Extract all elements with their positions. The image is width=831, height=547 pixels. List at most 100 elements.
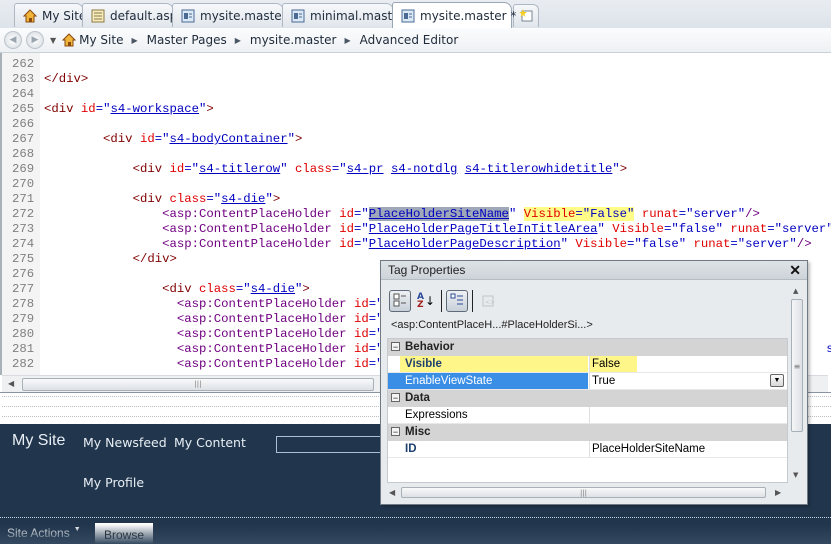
tab-mysite-master[interactable]: mysite.master bbox=[172, 3, 287, 27]
tab-default-aspx[interactable]: default.aspx bbox=[82, 3, 184, 27]
panel-title: Tag Properties bbox=[388, 263, 466, 277]
history-dropdown-icon[interactable]: ▼ bbox=[50, 36, 56, 45]
code-text[interactable]: <asp:ContentPlaceHolder id="PlaceHolderP… bbox=[44, 222, 831, 237]
code-text[interactable]: <asp:ContentPlaceHolder id="PlaceHolderS… bbox=[44, 207, 760, 222]
tag-properties-button[interactable]: <> bbox=[477, 290, 499, 312]
line-number: 278 bbox=[12, 297, 35, 311]
nav-link-my-newsfeed[interactable]: My Newsfeed bbox=[83, 435, 167, 450]
search-input[interactable] bbox=[276, 436, 388, 453]
dropdown-arrow-icon: ▼ bbox=[73, 526, 81, 533]
category-misc[interactable]: − Misc bbox=[388, 424, 787, 441]
aspx-page-icon bbox=[91, 9, 105, 23]
property-value[interactable]: False bbox=[589, 356, 637, 372]
forward-arrow-icon: ▶ bbox=[31, 35, 39, 45]
line-number: 264 bbox=[12, 87, 35, 101]
breadcrumb-separator-icon[interactable]: ▶ bbox=[131, 36, 137, 45]
property-row-enableviewstate[interactable]: EnableViewState True ▼ bbox=[388, 373, 787, 390]
breadcrumb-bar: ◀ ▶ ▼ My Site ▶ Master Pages ▶ mysite.ma… bbox=[0, 28, 831, 53]
line-number: 270 bbox=[12, 177, 35, 191]
tab-label: minimal.master bbox=[310, 8, 405, 23]
nav-link-my-content[interactable]: My Content bbox=[174, 435, 246, 450]
alphabetical-button[interactable]: A Z ↓ bbox=[415, 290, 437, 312]
tab-minimal-master[interactable]: minimal.master bbox=[282, 3, 404, 27]
tab-label: mysite.master * bbox=[420, 8, 517, 23]
nav-link-my-profile[interactable]: My Profile bbox=[83, 475, 144, 490]
code-text[interactable]: <div id="s4-bodyContainer"> bbox=[44, 132, 302, 147]
show-set-properties-icon bbox=[450, 293, 464, 310]
forward-button[interactable]: ▶ bbox=[26, 31, 44, 49]
code-text[interactable]: <asp:ContentPlaceHolder id="Pl bbox=[44, 297, 398, 312]
code-text[interactable]: <div class="s4-die"> bbox=[44, 282, 310, 297]
line-number: 282 bbox=[12, 357, 35, 371]
line-number: 279 bbox=[12, 312, 35, 326]
panel-horizontal-scrollbar[interactable]: ◀ ||| ▶ bbox=[387, 485, 788, 501]
property-value[interactable]: True bbox=[589, 373, 787, 389]
site-actions-menu[interactable]: Site Actions ▼ bbox=[7, 526, 81, 540]
breadcrumb-label: Master Pages bbox=[146, 33, 227, 47]
tab-label: mysite.master bbox=[200, 8, 287, 23]
scroll-right-icon[interactable]: ▶ bbox=[775, 488, 781, 497]
property-row-expressions[interactable]: Expressions bbox=[388, 407, 787, 424]
close-icon[interactable]: ✕ bbox=[789, 261, 801, 280]
code-text[interactable]: <div id="s4-titlerow" class="s4-pr s4-no… bbox=[44, 162, 628, 177]
panel-vertical-scrollbar[interactable]: ▲ ≡ ▼ bbox=[789, 283, 806, 483]
code-text[interactable]: <asp:ContentPlaceHolder id="Pl bbox=[44, 327, 398, 342]
breadcrumb-separator-icon[interactable]: ▶ bbox=[235, 36, 241, 45]
code-text[interactable]: <asp:ContentPlaceHolder id="PlaceHolderP… bbox=[44, 237, 812, 252]
home-icon bbox=[62, 33, 77, 47]
panel-title-bar[interactable]: Tag Properties ✕ bbox=[381, 261, 807, 280]
tag-properties-panel: Tag Properties ✕ A Z ↓ <> <asp:ContentPlac… bbox=[380, 260, 808, 505]
show-set-properties-button[interactable] bbox=[446, 290, 468, 312]
collapse-icon[interactable]: − bbox=[391, 427, 400, 437]
code-text[interactable]: </div> bbox=[44, 72, 88, 87]
category-behavior[interactable]: − Behavior bbox=[388, 339, 787, 356]
back-arrow-icon: ◀ bbox=[9, 35, 17, 45]
line-number: 267 bbox=[12, 132, 35, 146]
scroll-left-icon[interactable]: ◀ bbox=[389, 488, 395, 497]
site-name[interactable]: My Site bbox=[12, 432, 65, 450]
property-value[interactable] bbox=[589, 407, 787, 423]
property-value[interactable]: PlaceHolderSiteName bbox=[589, 441, 787, 457]
breadcrumb-item-my-site[interactable]: My Site bbox=[62, 33, 123, 47]
line-number: 265 bbox=[12, 102, 35, 116]
scrollbar-thumb[interactable]: ||| bbox=[22, 378, 374, 391]
property-row-id[interactable]: ID PlaceHolderSiteName bbox=[388, 441, 787, 458]
breadcrumb-item-mysite-master[interactable]: mysite.master bbox=[250, 33, 337, 47]
browse-tab[interactable]: Browse bbox=[95, 523, 153, 544]
property-name: Visible bbox=[400, 356, 588, 372]
tab-mysite-master-active[interactable]: mysite.master * bbox=[392, 2, 516, 28]
line-number: 266 bbox=[12, 117, 35, 131]
scrollbar-thumb[interactable]: ||| bbox=[401, 487, 766, 498]
breadcrumb-item-master-pages[interactable]: Master Pages bbox=[147, 33, 227, 47]
alphabetical-icon: AZ bbox=[416, 292, 424, 310]
property-row-visible[interactable]: Visible False bbox=[388, 356, 787, 373]
back-button[interactable]: ◀ bbox=[4, 31, 22, 49]
master-page-icon bbox=[401, 9, 415, 23]
category-data[interactable]: − Data bbox=[388, 390, 787, 407]
tab-label: My Site bbox=[42, 8, 87, 23]
scroll-up-icon[interactable]: ▲ bbox=[793, 287, 798, 295]
code-text[interactable]: <div class="s4-die"> bbox=[44, 192, 281, 207]
code-text[interactable]: <asp:ContentPlaceHolder id="Pl bbox=[44, 312, 398, 327]
breadcrumb-item-advanced-editor[interactable]: Advanced Editor bbox=[360, 33, 459, 47]
category-label: Misc bbox=[405, 426, 431, 438]
dropdown-button[interactable]: ▼ bbox=[770, 374, 784, 387]
code-text[interactable]: <div id="s4-workspace"> bbox=[44, 102, 214, 117]
categorized-button[interactable] bbox=[389, 290, 411, 312]
collapse-icon[interactable]: − bbox=[391, 393, 400, 403]
tag-properties-icon: <> bbox=[481, 293, 495, 310]
panel-toolbar: A Z ↓ <> bbox=[389, 288, 503, 314]
scrollbar-thumb[interactable]: ≡ bbox=[791, 299, 803, 432]
master-page-icon bbox=[291, 9, 305, 23]
breadcrumb-separator-icon[interactable]: ▶ bbox=[345, 36, 351, 45]
line-number: 273 bbox=[12, 222, 35, 236]
line-number: 268 bbox=[12, 147, 35, 161]
categorized-icon bbox=[393, 293, 407, 310]
new-tab-button[interactable] bbox=[513, 4, 539, 27]
code-text[interactable]: <asp:ContentPlaceHolder id="Pl bbox=[44, 357, 398, 372]
collapse-icon[interactable]: − bbox=[391, 342, 400, 352]
scroll-down-icon[interactable]: ▼ bbox=[793, 471, 798, 479]
code-text[interactable]: </div> bbox=[44, 252, 177, 267]
scroll-left-icon[interactable]: ◀ bbox=[8, 379, 14, 388]
tab-my-site[interactable]: My Site bbox=[14, 3, 87, 27]
